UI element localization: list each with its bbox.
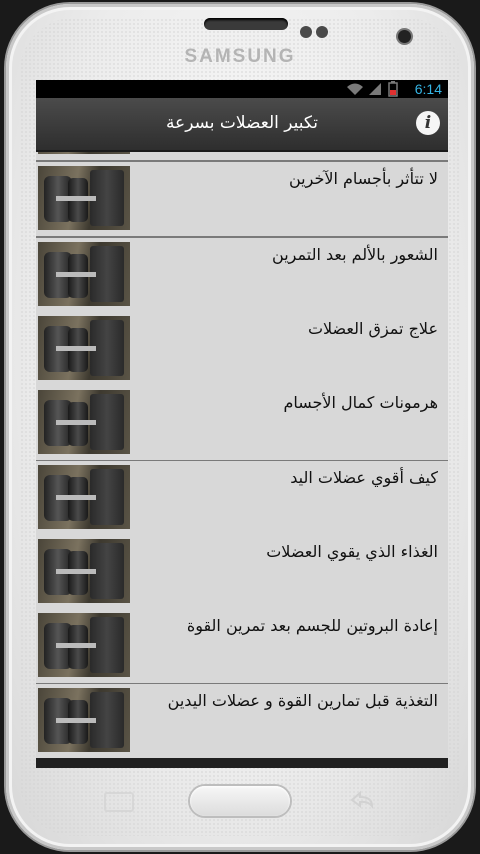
list-item-label: كيف أقوي عضلات اليد — [290, 468, 438, 487]
list-item-label: إعادة البروتين للجسم بعد تمرين القوة — [186, 616, 438, 635]
screen: 6:14 تكبير العضلات بسرعة i لا تتأثر بأجس… — [36, 80, 448, 768]
list-item[interactable]: علاج تمزق العضلات — [36, 312, 448, 388]
brand-logo: SAMSUNG — [184, 46, 296, 67]
list-item[interactable]: لا تتأثر بأجسام الآخرين — [36, 162, 448, 238]
list-item[interactable]: كيف أقوي عضلات اليد — [36, 461, 448, 537]
dumbbell-thumbnail — [38, 152, 130, 154]
earpiece-speaker — [204, 18, 288, 30]
list-item-label: التغذية قبل تمارين القوة و عضلات اليدين — [167, 691, 438, 710]
front-camera — [398, 30, 411, 43]
list-item[interactable]: الشعور بالألم بعد التمرين — [36, 238, 448, 314]
app-title: تكبير العضلات بسرعة — [165, 113, 319, 133]
battery-icon — [388, 81, 398, 97]
bottom-strip — [36, 758, 448, 768]
list-item-label: لا تتأثر بأجسام الآخرين — [288, 169, 438, 188]
proximity-sensor — [300, 26, 312, 38]
list-item[interactable] — [36, 152, 448, 162]
list-item[interactable]: الغذاء الذي يقوي العضلات — [36, 535, 448, 611]
dumbbell-thumbnail — [38, 166, 130, 230]
action-bar: تكبير العضلات بسرعة i — [36, 98, 448, 152]
light-sensor — [316, 26, 328, 38]
status-time: 6:14 — [414, 81, 442, 97]
dumbbell-thumbnail — [38, 688, 130, 752]
list-item[interactable]: التغذية قبل تمارين القوة و عضلات اليدين — [36, 684, 448, 762]
list-item[interactable]: إعادة البروتين للجسم بعد تمرين القوة — [36, 609, 448, 685]
home-button[interactable] — [190, 786, 290, 816]
dumbbell-thumbnail — [38, 613, 130, 677]
dumbbell-thumbnail — [38, 242, 130, 306]
wifi-icon — [347, 83, 363, 95]
list-item-label: الشعور بالألم بعد التمرين — [272, 245, 438, 264]
list-item-label: هرمونات كمال الأجسام — [283, 393, 438, 412]
topics-list[interactable]: لا تتأثر بأجسام الآخرين الشعور بالألم بع… — [36, 152, 448, 768]
dumbbell-thumbnail — [38, 316, 130, 380]
dumbbell-thumbnail — [38, 539, 130, 603]
info-icon[interactable]: i — [416, 111, 440, 135]
dumbbell-thumbnail — [38, 390, 130, 454]
dumbbell-thumbnail — [38, 465, 130, 529]
list-item[interactable]: هرمونات كمال الأجسام — [36, 386, 448, 462]
status-bar: 6:14 — [36, 80, 448, 98]
back-icon[interactable] — [348, 790, 376, 810]
recent-apps-icon[interactable] — [104, 792, 134, 812]
signal-icon — [369, 83, 381, 95]
list-item-label: الغذاء الذي يقوي العضلات — [266, 542, 438, 561]
list-item-label: علاج تمزق العضلات — [307, 319, 438, 338]
